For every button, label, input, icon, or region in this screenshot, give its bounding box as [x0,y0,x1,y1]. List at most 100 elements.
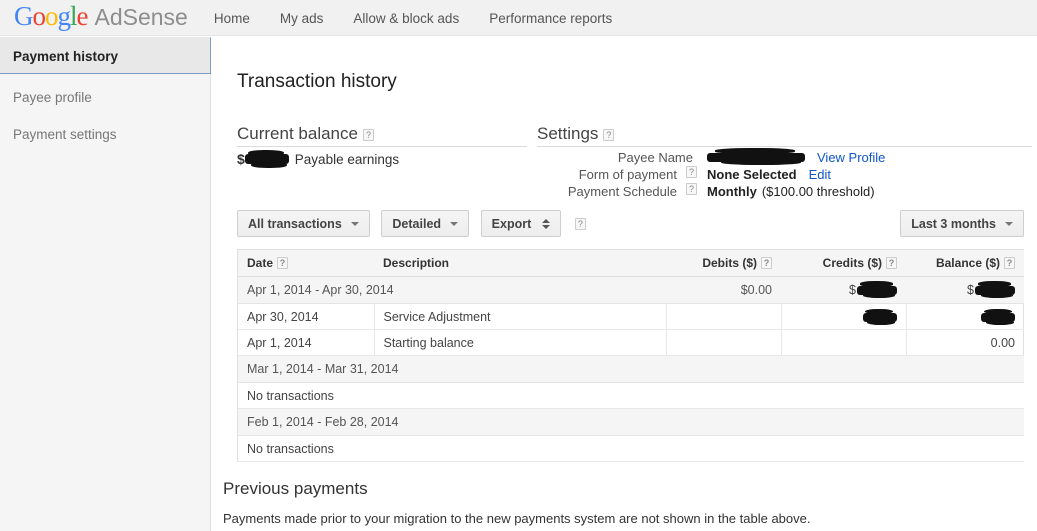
help-icon-settings[interactable]: ? [603,129,615,141]
row-date-range: Mar 1, 2014 - Mar 31, 2014 [238,355,1024,383]
column-header-credits-label: Credits ($) [822,256,882,270]
nav-link-home[interactable]: Home [214,11,250,26]
product-name: AdSense [94,3,188,30]
column-header-debits[interactable]: Debits ($)? [666,250,781,277]
all-transactions-dropdown[interactable]: All transactions [237,210,370,237]
help-icon-date[interactable]: ? [277,257,289,269]
row-no-transactions: No transactions [238,435,1024,462]
table-row: Apr 1, 2014 Starting balance 0.00 [238,329,1024,356]
row-credits-money: $ [849,281,897,299]
help-icon-form-of-payment[interactable]: ? [686,166,697,178]
help-icon-current-balance[interactable]: ? [362,129,374,141]
help-icon-export[interactable]: ? [574,217,586,230]
settings-value-payment-schedule: Monthly [707,183,757,199]
row-debits [666,329,782,356]
row-balance-currency: $ [967,283,974,297]
settings-label-payee-name: Payee Name [617,149,693,165]
sidebar-item-label: Payee profile [13,90,92,105]
row-balance: 0.00 [906,329,1024,356]
settings-heading: Settings ? [537,124,1032,147]
table-row: Apr 1, 2014 - Apr 30, 2014 $0.00 $ $ [238,276,1024,304]
payable-earnings-row: $ Payable earnings [237,149,400,169]
current-balance-heading: Current balance ? [237,124,527,147]
row-no-transactions: No transactions [238,382,1024,409]
detailed-dropdown[interactable]: Detailed [381,210,470,237]
chevron-down-icon [1005,221,1013,226]
column-header-credits[interactable]: Credits ($)? [781,250,906,277]
row-balance [906,303,1024,330]
transaction-table: Date? Description Debits ($)? Credits ($… [238,250,1024,462]
redacted-balance-value [975,281,1015,299]
column-header-description[interactable]: Description [374,250,666,277]
top-bar: Google AdSense Home My ads Allow & block … [0,0,1037,36]
row-date-range: Feb 1, 2014 - Feb 28, 2014 [238,408,1024,436]
export-label: Export [491,216,532,231]
settings-row-payment-schedule: Payment Schedule ? Monthly ($100.00 thre… [537,183,885,199]
help-icon-balance[interactable]: ? [1004,257,1015,269]
column-header-date[interactable]: Date? [238,250,374,277]
settings-label-wrap: Payment Schedule ? [537,183,697,199]
help-icon-payment-schedule[interactable]: ? [686,183,697,195]
payable-earnings-currency: $ [237,151,245,167]
table-row: Feb 1, 2014 - Feb 28, 2014 [238,408,1024,436]
export-button[interactable]: Export [480,210,562,237]
table-row: Mar 1, 2014 - Mar 31, 2014 [238,355,1024,383]
help-icon-debits[interactable]: ? [761,257,772,269]
chevron-down-icon [350,221,359,226]
logo-letter-o1: o [32,0,46,31]
column-header-balance[interactable]: Balance ($)? [906,250,1024,277]
current-balance-title: Current balance [237,124,358,143]
help-icon-credits[interactable]: ? [886,257,897,269]
updown-stepper-icon [542,218,551,229]
redacted-payable-earnings-amount [244,149,289,169]
sidebar-item-payee-profile[interactable]: Payee profile [0,79,210,116]
previous-payments-title: Previous payments [223,479,368,498]
table-header-row: Date? Description Debits ($)? Credits ($… [238,250,1024,277]
table-row: Apr 30, 2014 Service Adjustment [238,303,1024,330]
summary-sections: Current balance ? $ Payable earnings Set… [212,124,1037,210]
google-adsense-logo[interactable]: Google AdSense [14,0,188,31]
row-credits [781,329,907,356]
redacted-credits-value [857,281,897,299]
row-debits [666,303,782,330]
main-content: Transaction history Current balance ? $ … [212,37,1037,531]
nav-link-performance-reports[interactable]: Performance reports [489,11,612,26]
sidebar-item-payment-history[interactable]: Payment history [0,37,211,74]
edit-form-of-payment-link[interactable]: Edit [809,167,831,182]
sidebar: Payment history Payee profile Payment se… [0,37,211,531]
redacted-payee-name [707,148,805,166]
column-header-date-label: Date [247,256,274,270]
column-header-balance-label: Balance ($) [935,256,1000,270]
logo-letter-e: e [76,0,89,31]
row-debits: $0.00 [666,276,781,304]
row-date: Apr 30, 2014 [238,303,375,330]
all-transactions-label: All transactions [248,216,342,231]
date-range-label: Last 3 months [911,216,996,231]
sidebar-item-label: Payment history [13,49,119,64]
chevron-down-icon [450,221,459,226]
view-profile-link[interactable]: View Profile [817,150,885,165]
logo-letter-o2: o [45,0,58,31]
settings-label-wrap: Payee Name [537,150,697,165]
transaction-table-wrapper: Date? Description Debits ($)? Credits ($… [237,249,1024,462]
row-credits-currency: $ [849,283,856,297]
row-description: Service Adjustment [374,303,667,330]
settings-label-form-of-payment: Form of payment [578,166,677,182]
nav-link-my-ads[interactable]: My ads [280,11,324,26]
main-nav: Home My ads Allow & block ads Performanc… [214,11,642,26]
settings-row-payee-name: Payee Name View Profile [537,148,885,166]
row-description: Starting balance [374,329,667,356]
row-balance-money: $ [967,281,1015,299]
sidebar-item-label: Payment settings [13,127,117,142]
logo-letter-g1: G [14,0,33,31]
settings-label-payment-schedule: Payment Schedule [567,183,677,199]
payable-earnings-label: Payable earnings [294,151,400,167]
nav-link-allow-block-ads[interactable]: Allow & block ads [353,11,459,26]
page-title: Transaction history [237,71,397,92]
row-date-range: Apr 1, 2014 - Apr 30, 2014 [238,276,666,304]
redacted-credits-value [862,308,897,326]
settings-row-form-of-payment: Form of payment ? None Selected Edit [537,166,885,182]
settings-label-wrap: Form of payment ? [537,166,697,182]
date-range-dropdown[interactable]: Last 3 months [900,210,1024,237]
sidebar-item-payment-settings[interactable]: Payment settings [0,116,210,153]
